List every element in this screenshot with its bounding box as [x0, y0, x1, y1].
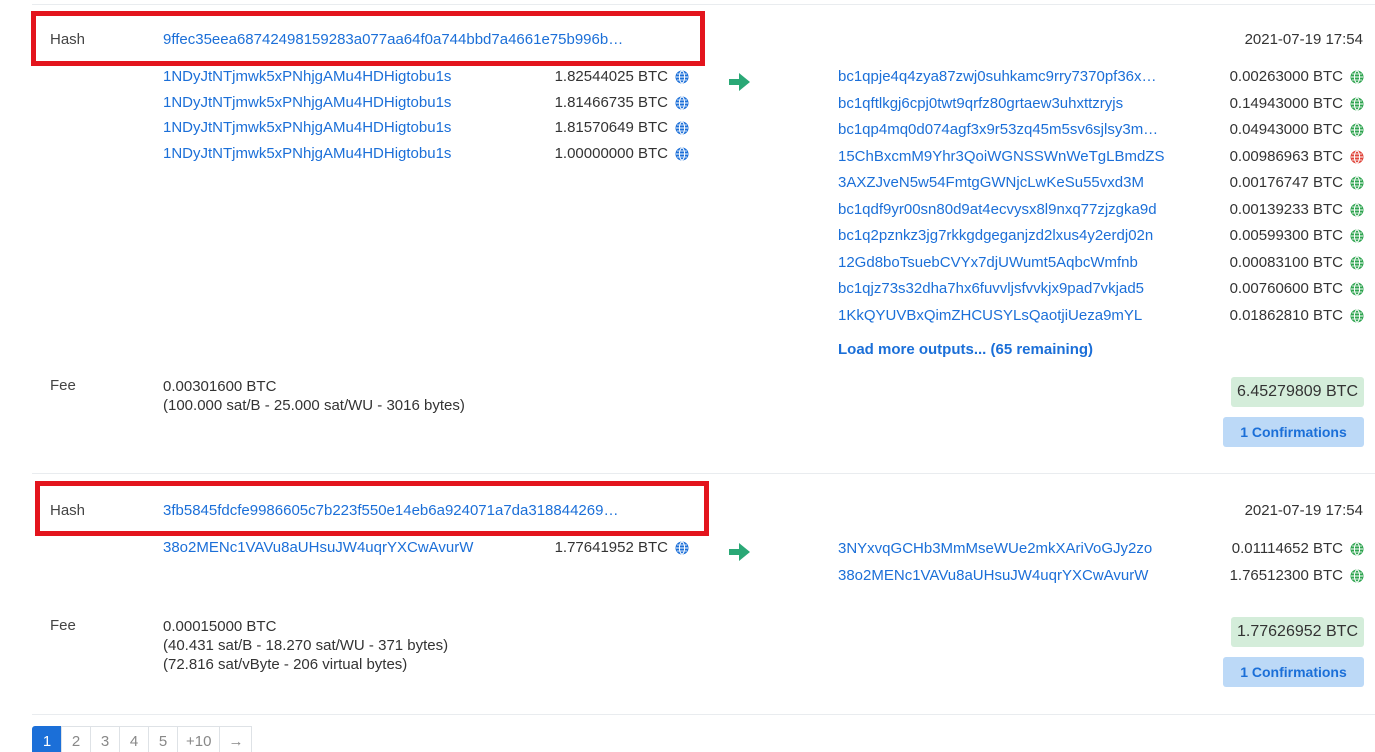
transaction-divider — [32, 473, 1375, 474]
fee-amount: 0.00015000 BTC — [163, 618, 277, 635]
top-divider — [32, 4, 1375, 5]
output-address-link[interactable]: bc1q2pznkz3jg7rkkgdgeganjzd2lxus4y2erdj0… — [838, 227, 1210, 244]
confirmations-button[interactable]: 1 Confirmations — [1223, 417, 1364, 447]
input-amount: 1.81570649 BTC — [554, 119, 668, 136]
page-3-button[interactable]: 3 — [90, 726, 120, 752]
input-amount: 1.82544025 BTC — [554, 68, 668, 85]
unspent-globe-icon[interactable] — [1350, 123, 1364, 137]
output-address-link[interactable]: bc1qjz73s32dha7hx6fuvvljsfvvkjx9pad7vkja… — [838, 280, 1210, 297]
output-amount: 0.00139233 BTC — [1229, 200, 1343, 218]
fee-amount: 0.00301600 BTC — [163, 378, 277, 395]
output-address-link[interactable]: bc1qftlkgj6cpj0twt9qrfz80grtaew3uhxttzry… — [838, 95, 1210, 112]
next-page-button[interactable]: → — [219, 726, 253, 752]
pagination: 1 2 3 4 5 +10 → — [32, 726, 253, 752]
output-amount: 1.76512300 BTC — [1229, 567, 1343, 584]
output-address-link[interactable]: bc1qp4mq0d074agf3x9r53zq45m5sv6sjlsy3m… — [838, 121, 1210, 138]
input-address-link[interactable]: 38o2MENc1VAVu8aUHsuJW4uqrYXCwAvurW — [163, 539, 523, 556]
input-amount: 1.77641952 BTC — [554, 539, 668, 556]
globe-icon[interactable] — [675, 70, 689, 84]
output-amount: 0.00760600 BTC — [1229, 280, 1343, 297]
spent-globe-icon[interactable] — [1350, 150, 1364, 164]
output-address-link[interactable]: 15ChBxcmM9Yhr3QoiWGNSSWnWeTgLBmdZS — [838, 148, 1210, 165]
input-amount: 1.81466735 BTC — [554, 93, 668, 111]
total-amount-badge: 6.45279809 BTC — [1231, 377, 1364, 407]
fee-label: Fee — [50, 617, 76, 634]
hash-label: Hash — [50, 502, 86, 519]
output-amount: 0.14943000 BTC — [1229, 94, 1343, 112]
fee-label: Fee — [50, 377, 76, 394]
output-address-link[interactable]: 12Gd8boTsuebCVYx7djUWumt5AqbcWmfnb — [838, 254, 1210, 271]
fee-rate: (40.431 sat/B - 18.270 sat/WU - 371 byte… — [163, 637, 449, 654]
output-amount: 0.00986963 BTC — [1229, 147, 1343, 165]
unspent-globe-icon[interactable] — [1350, 309, 1364, 323]
output-amount: 0.00083100 BTC — [1229, 253, 1343, 271]
output-address-link[interactable]: 3NYxvqGCHb3MmMseWUe2mkXAriVoGJy2zo — [838, 540, 1210, 557]
output-amount: 0.01114652 BTC — [1231, 540, 1343, 557]
arrow-right-icon — [729, 543, 750, 561]
hash-label: Hash — [50, 31, 86, 48]
load-more-outputs-link[interactable]: Load more outputs... (65 remaining) — [838, 341, 1093, 358]
output-address-link[interactable]: 3AXZJveN5w54FmtgGWNjcLwKeSu55vxd3M — [838, 174, 1210, 191]
fee-rate: (100.000 sat/B - 25.000 sat/WU - 3016 by… — [163, 397, 465, 414]
unspent-globe-icon[interactable] — [1350, 97, 1364, 111]
output-address-link[interactable]: bc1qpje4q4zya87zwj0suhkamc9rry7370pf36x… — [838, 68, 1210, 85]
page-4-button[interactable]: 4 — [119, 726, 149, 752]
total-amount-badge: 1.77626952 BTC — [1231, 617, 1364, 647]
output-amount: 0.04943000 BTC — [1229, 121, 1343, 138]
unspent-globe-icon[interactable] — [1350, 282, 1364, 296]
input-amount: 1.00000000 BTC — [554, 144, 668, 162]
output-amount: 0.00263000 BTC — [1229, 68, 1343, 85]
fee-details: 0.00015000 BTC (40.431 sat/B - 18.270 sa… — [163, 617, 448, 674]
output-amount: 0.00176747 BTC — [1229, 174, 1343, 191]
globe-icon[interactable] — [675, 541, 689, 555]
skip-pages-button[interactable]: +10 — [177, 726, 221, 752]
input-address-link[interactable]: 1NDyJtNTjmwk5xPNhjgAMu4HDHigtobu1s — [163, 68, 523, 85]
page-1-button[interactable]: 1 — [32, 726, 62, 752]
transaction-date: 2021-07-19 17:54 — [1244, 502, 1363, 519]
unspent-globe-icon[interactable] — [1350, 176, 1364, 190]
page-2-button[interactable]: 2 — [61, 726, 91, 752]
globe-icon[interactable] — [675, 147, 689, 161]
input-address-link[interactable]: 1NDyJtNTjmwk5xPNhjgAMu4HDHigtobu1s — [163, 119, 523, 136]
fee-details: 0.00301600 BTC (100.000 sat/B - 25.000 s… — [163, 377, 465, 415]
input-address-link[interactable]: 1NDyJtNTjmwk5xPNhjgAMu4HDHigtobu1s — [163, 145, 523, 162]
arrow-right-icon — [729, 73, 750, 91]
output-address-link[interactable]: bc1qdf9yr00sn80d9at4ecvysx8l9nxq77zjzgka… — [838, 201, 1210, 218]
fee-vbyte-rate: (72.816 sat/vByte - 206 virtual bytes) — [163, 656, 408, 673]
globe-icon[interactable] — [675, 96, 689, 110]
transaction-hash-link[interactable]: 9ffec35eea68742498159283a077aa64f0a744bb… — [163, 31, 691, 48]
unspent-globe-icon[interactable] — [1350, 70, 1364, 84]
input-address-link[interactable]: 1NDyJtNTjmwk5xPNhjgAMu4HDHigtobu1s — [163, 94, 523, 111]
unspent-globe-icon[interactable] — [1350, 203, 1364, 217]
page-5-button[interactable]: 5 — [148, 726, 178, 752]
confirmations-button[interactable]: 1 Confirmations — [1223, 657, 1364, 687]
transaction-date: 2021-07-19 17:54 — [1244, 31, 1363, 48]
output-address-link[interactable]: 38o2MENc1VAVu8aUHsuJW4uqrYXCwAvurW — [838, 567, 1210, 584]
unspent-globe-icon[interactable] — [1350, 229, 1364, 243]
bottom-divider — [32, 714, 1375, 715]
output-amount: 0.00599300 BTC — [1229, 227, 1343, 244]
globe-icon[interactable] — [675, 121, 689, 135]
transaction-hash-link[interactable]: 3fb5845fdcfe9986605c7b223f550e14eb6a9240… — [163, 502, 691, 519]
output-amount: 0.01862810 BTC — [1229, 306, 1343, 324]
unspent-globe-icon[interactable] — [1350, 569, 1364, 583]
output-address-link[interactable]: 1KkQYUVBxQimZHCUSYLsQaotjiUeza9mYL — [838, 307, 1210, 324]
unspent-globe-icon[interactable] — [1350, 256, 1364, 270]
unspent-globe-icon[interactable] — [1350, 542, 1364, 556]
